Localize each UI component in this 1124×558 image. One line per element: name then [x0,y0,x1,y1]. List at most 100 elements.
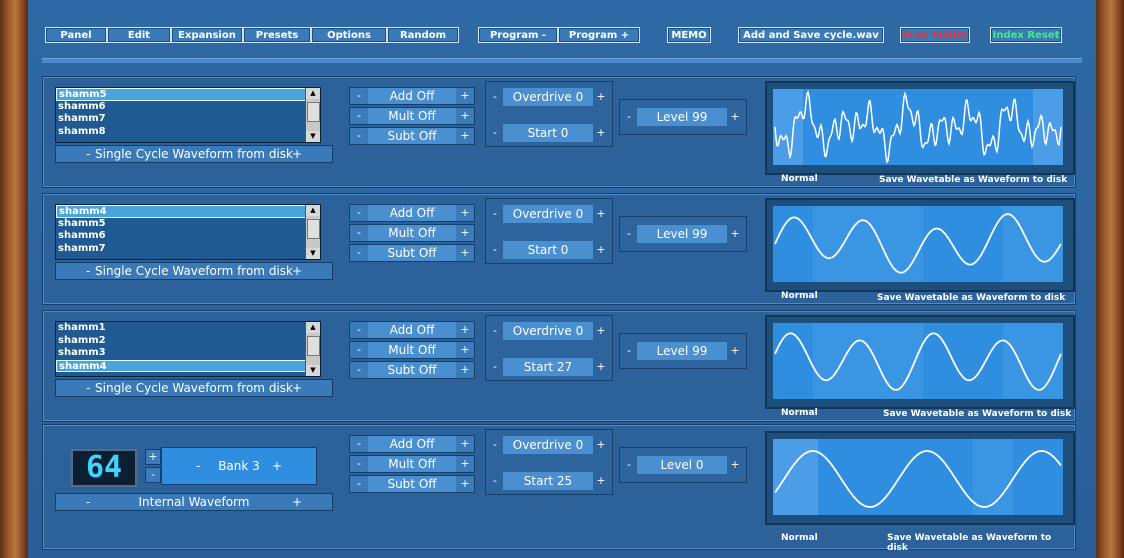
start-plus-button[interactable]: + [595,472,607,490]
start-minus-button[interactable]: - [489,241,501,259]
mult-minus-button[interactable]: - [352,456,366,472]
overdrive-plus-button[interactable]: + [595,436,607,454]
bank-plus-button[interactable]: + [272,448,282,484]
start-plus-button[interactable]: + [595,124,607,142]
program-plus-button[interactable]: Program + [558,27,640,43]
scroll-down-icon[interactable]: ▼ [306,365,320,376]
scroll-thumb[interactable] [307,219,320,239]
start-minus-button[interactable]: - [489,472,501,490]
level-plus-button[interactable]: + [729,456,741,474]
save-wavetable-caption[interactable]: Save Wavetable as Waveform to disk [877,293,1065,303]
save-wavetable-caption[interactable]: Save Wavetable as Waveform to disk [887,533,1075,553]
mult-minus-button[interactable]: - [352,108,366,124]
list-scrollbar[interactable]: ▲ ▼ [305,88,320,142]
bank-up-button[interactable]: + [145,449,161,465]
waveform-list[interactable]: shamm4 shamm5 shamm6 shamm7 ▲ ▼ [55,204,321,260]
save-wavetable-caption[interactable]: Save Wavetable as Waveform to disk [879,175,1067,185]
scroll-up-icon[interactable]: ▲ [306,205,320,216]
list-item[interactable]: shamm7 [56,242,314,255]
mode-caption[interactable]: Normal [781,408,818,418]
list-item[interactable]: shamm5 [56,217,314,230]
start-minus-button[interactable]: - [489,358,501,376]
waveform-list[interactable]: shamm1 shamm2 shamm3 shamm4 ▲ ▼ [55,321,321,377]
overdrive-minus-button[interactable]: - [489,322,501,340]
scroll-thumb[interactable] [307,336,320,356]
list-item[interactable]: shamm1 [56,322,314,335]
add-minus-button[interactable]: - [352,436,366,452]
expansion-button[interactable]: Expansion [171,27,243,43]
level-plus-button[interactable]: + [729,108,741,126]
mode-caption[interactable]: Normal [781,533,818,543]
subt-plus-button[interactable]: + [458,128,472,144]
level-minus-button[interactable]: - [623,108,635,126]
overdrive-minus-button[interactable]: - [489,205,501,223]
save-wavetable-caption[interactable]: Save Wavetable as Waveform to disk [883,409,1071,419]
add-plus-button[interactable]: + [458,205,472,221]
scroll-down-icon[interactable]: ▼ [306,131,320,142]
scroll-up-icon[interactable]: ▲ [306,88,320,99]
list-item[interactable]: shamm6 [56,230,314,243]
add-minus-button[interactable]: - [352,88,366,104]
waveform-source-selector[interactable]: - Single Cycle Waveform from disk + [55,262,333,280]
add-minus-button[interactable]: - [352,205,366,221]
subt-minus-button[interactable]: - [352,476,366,492]
overdrive-plus-button[interactable]: + [595,322,607,340]
list-scrollbar[interactable]: ▲ ▼ [305,322,320,376]
subt-plus-button[interactable]: + [458,476,472,492]
overdrive-plus-button[interactable]: + [595,88,607,106]
add-save-cycle-button[interactable]: Add and Save cycle.wav [738,27,884,43]
mult-minus-button[interactable]: - [352,342,366,358]
overdrive-plus-button[interactable]: + [595,205,607,223]
scroll-thumb[interactable] [307,102,320,122]
list-item[interactable]: shamm2 [56,334,314,347]
waveform-next-button[interactable]: + [292,380,302,396]
add-minus-button[interactable]: - [352,322,366,338]
mult-plus-button[interactable]: + [458,225,472,241]
subt-minus-button[interactable]: - [352,245,366,261]
edit-button[interactable]: Edit [107,27,171,43]
mode-caption[interactable]: Normal [781,291,818,301]
level-minus-button[interactable]: - [623,225,635,243]
list-item[interactable]: shamm3 [56,347,314,360]
random-button[interactable]: Random [387,27,459,43]
subt-minus-button[interactable]: - [352,362,366,378]
waveform-prev-button[interactable]: - [86,380,90,396]
waveform-prev-button[interactable]: - [86,146,90,162]
scroll-down-icon[interactable]: ▼ [306,248,320,259]
list-item[interactable]: shamm6 [56,100,314,113]
internal-waveform-selector[interactable]: - Internal Waveform + [55,493,333,511]
start-minus-button[interactable]: - [489,124,501,142]
waveform-source-selector[interactable]: - Single Cycle Waveform from disk + [55,145,333,163]
mult-plus-button[interactable]: + [458,108,472,124]
waveform-source-selector[interactable]: - Single Cycle Waveform from disk + [55,379,333,397]
waveform-next-button[interactable]: + [292,146,302,162]
list-item[interactable]: shamm4 [56,359,314,372]
waveform-list[interactable]: shamm5 shamm6 shamm7 shamm8 ▲ ▼ [55,87,321,143]
add-plus-button[interactable]: + [458,436,472,452]
options-button[interactable]: Options [311,27,387,43]
program-minus-button[interactable]: Program - [478,27,558,43]
panel-button[interactable]: Panel [45,27,107,43]
list-item[interactable]: shamm8 [56,125,314,138]
subt-minus-button[interactable]: - [352,128,366,144]
add-plus-button[interactable]: + [458,322,472,338]
add-plus-button[interactable]: + [458,88,472,104]
subt-plus-button[interactable]: + [458,362,472,378]
scan-folder-button[interactable]: Scan Folder [900,27,970,43]
level-minus-button[interactable]: - [623,456,635,474]
start-plus-button[interactable]: + [595,241,607,259]
list-item[interactable]: shamm7 [56,113,314,126]
level-plus-button[interactable]: + [729,342,741,360]
internal-waveform-next-button[interactable]: + [292,494,302,510]
memo-button[interactable]: MEMO [667,27,711,43]
waveform-prev-button[interactable]: - [86,263,90,279]
mult-plus-button[interactable]: + [458,342,472,358]
scroll-up-icon[interactable]: ▲ [306,322,320,333]
presets-button[interactable]: Presets [243,27,311,43]
list-item[interactable]: shamm4 [56,205,314,218]
mode-caption[interactable]: Normal [781,174,818,184]
level-plus-button[interactable]: + [729,225,741,243]
index-reset-button[interactable]: Index Reset [990,27,1062,43]
bank-down-button[interactable]: - [145,467,161,483]
mult-minus-button[interactable]: - [352,225,366,241]
